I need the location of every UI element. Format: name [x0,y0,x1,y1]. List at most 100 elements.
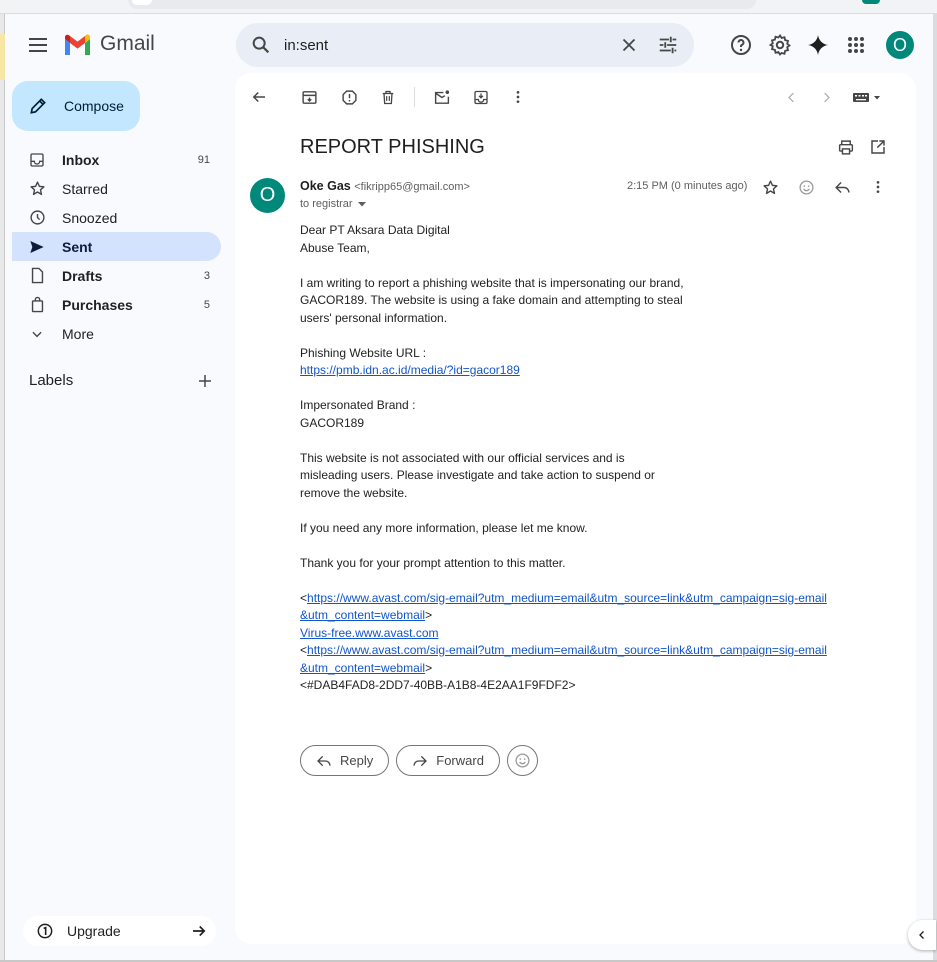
sender-info: Oke Gas <fikripp65@gmail.com> [300,179,470,193]
phishing-url-link[interactable]: https://pmb.idn.ac.id/media/?id=gacor189 [300,363,520,377]
reply-actions: Reply Forward [300,745,538,776]
account-avatar[interactable]: O [885,30,915,60]
browser-profile-avatar[interactable] [862,0,880,4]
labels-heading: Labels [29,372,74,389]
email-body: Dear PT Aksara Data Digital Abuse Team, … [300,222,830,695]
sidebar-item-more[interactable]: More [12,319,221,348]
message-pane: REPORT PHISHING O Oke Gas <fikripp65@gma… [235,73,916,944]
virus-free-link[interactable]: Virus-free.www.avast.com [300,626,439,640]
input-tools-button[interactable] [851,85,885,109]
search-bar[interactable] [236,23,694,67]
mark-unread-icon [434,89,450,104]
clock-icon [28,209,46,227]
search-icon[interactable] [250,34,272,56]
browser-omnibox[interactable] [128,0,756,9]
sidebar-nav: Inbox 91 Starred Snoozed Sent Drafts 3 P… [12,145,221,348]
search-options-icon[interactable] [657,34,679,56]
side-panel-toggle[interactable] [908,920,936,950]
gemini-sparkle-icon[interactable] [806,33,830,57]
apps-grid-icon[interactable] [844,33,868,57]
move-to-button[interactable] [469,85,493,109]
caret-down-icon [357,202,366,207]
recipient-text: to registrar [300,198,353,210]
email-signature: <https://www.avast.com/sig-email?utm_med… [300,590,827,693]
window-left-edge [0,14,5,962]
sender-name[interactable]: Oke Gas [300,179,351,193]
window-left-edge-highlight [0,34,5,80]
search-input[interactable] [284,33,604,57]
send-icon [28,238,46,256]
inbox-icon [28,151,46,169]
older-button[interactable] [814,85,838,109]
gmail-logo[interactable]: Gmail [63,32,155,56]
add-label-icon[interactable] [196,372,214,390]
compose-button[interactable]: Compose [12,81,140,131]
forward-icon [413,755,428,766]
mark-unread-button[interactable] [430,85,454,109]
forward-label: Forward [436,753,484,768]
message-more-button[interactable] [866,175,890,199]
sidebar-item-sent[interactable]: Sent [12,232,221,261]
body-paragraph-4: Thank you for your prompt attention to t… [300,555,566,570]
help-icon[interactable] [729,33,753,57]
archive-icon [301,90,317,104]
brand-value: GACOR189 [300,415,365,430]
avast-signature-link[interactable]: https://www.avast.com/sig-email?utm_medi… [300,591,827,623]
sidebar-item-label: Sent [62,238,93,255]
main-menu-button[interactable] [26,33,50,57]
signature-id: <#DAB4FAD8-2DD7-40BB-A1B8-4E2AA1F9FDF2> [300,678,576,692]
sidebar-item-purchases[interactable]: Purchases 5 [12,290,221,319]
recipient-details[interactable]: to registrar [300,198,367,210]
email-subject: REPORT PHISHING [300,136,485,158]
more-vertical-icon [516,91,520,103]
purchases-count: 5 [203,298,210,311]
more-vertical-icon [876,181,880,193]
report-spam-button[interactable] [337,85,361,109]
settings-gear-icon[interactable] [768,33,792,57]
print-button[interactable] [834,135,858,159]
upgrade-label: Upgrade [67,923,121,939]
avast-signature-link-2[interactable]: https://www.avast.com/sig-email?utm_medi… [300,643,827,675]
sidebar-item-label: Drafts [62,267,103,284]
upgrade-button[interactable]: Upgrade [23,916,216,946]
sidebar-item-label: Inbox [62,151,100,168]
upgrade-badge-icon [37,923,53,939]
sidebar-item-inbox[interactable]: Inbox 91 [12,145,221,174]
delete-button[interactable] [376,85,400,109]
add-reaction-button[interactable] [794,175,818,199]
move-to-icon [474,90,488,104]
body-paragraph-2: This website is not associated with our … [300,450,655,500]
clear-search-icon[interactable] [618,34,640,56]
reply-icon-button[interactable] [830,175,854,199]
sender-avatar[interactable]: O [250,178,285,213]
browser-tab-strip [0,0,937,14]
star-outline-icon [762,179,778,194]
archive-button[interactable] [297,85,321,109]
sidebar-item-label: Purchases [62,296,133,313]
compose-label: Compose [64,98,124,114]
sidebar-item-label: Starred [62,180,108,197]
reply-label: Reply [340,753,374,768]
drafts-count: 3 [203,269,210,282]
star-button[interactable] [758,175,782,199]
emoji-icon [515,753,530,768]
gmail-m-icon [65,34,90,55]
sidebar-item-snoozed[interactable]: Snoozed [12,203,221,232]
sidebar-item-starred[interactable]: Starred [12,174,221,203]
emoji-reaction-button[interactable] [506,745,538,776]
star-icon [28,180,46,198]
more-actions-button[interactable] [506,85,530,109]
reply-icon [317,755,331,766]
brand-label: Impersonated Brand : [300,398,416,412]
trash-icon [382,90,394,104]
newer-button[interactable] [779,85,803,109]
greeting-line-1: Dear PT Aksara Data Digital [300,223,450,237]
reply-button[interactable]: Reply [300,745,390,776]
back-button[interactable] [247,85,271,109]
forward-button[interactable]: Forward [396,745,500,776]
body-paragraph-1: I am writing to report a phishing websit… [300,275,684,325]
emoji-icon [798,179,814,195]
sidebar-item-drafts[interactable]: Drafts 3 [12,261,221,290]
open-new-window-button[interactable] [866,135,890,159]
window-right-edge [933,14,937,962]
